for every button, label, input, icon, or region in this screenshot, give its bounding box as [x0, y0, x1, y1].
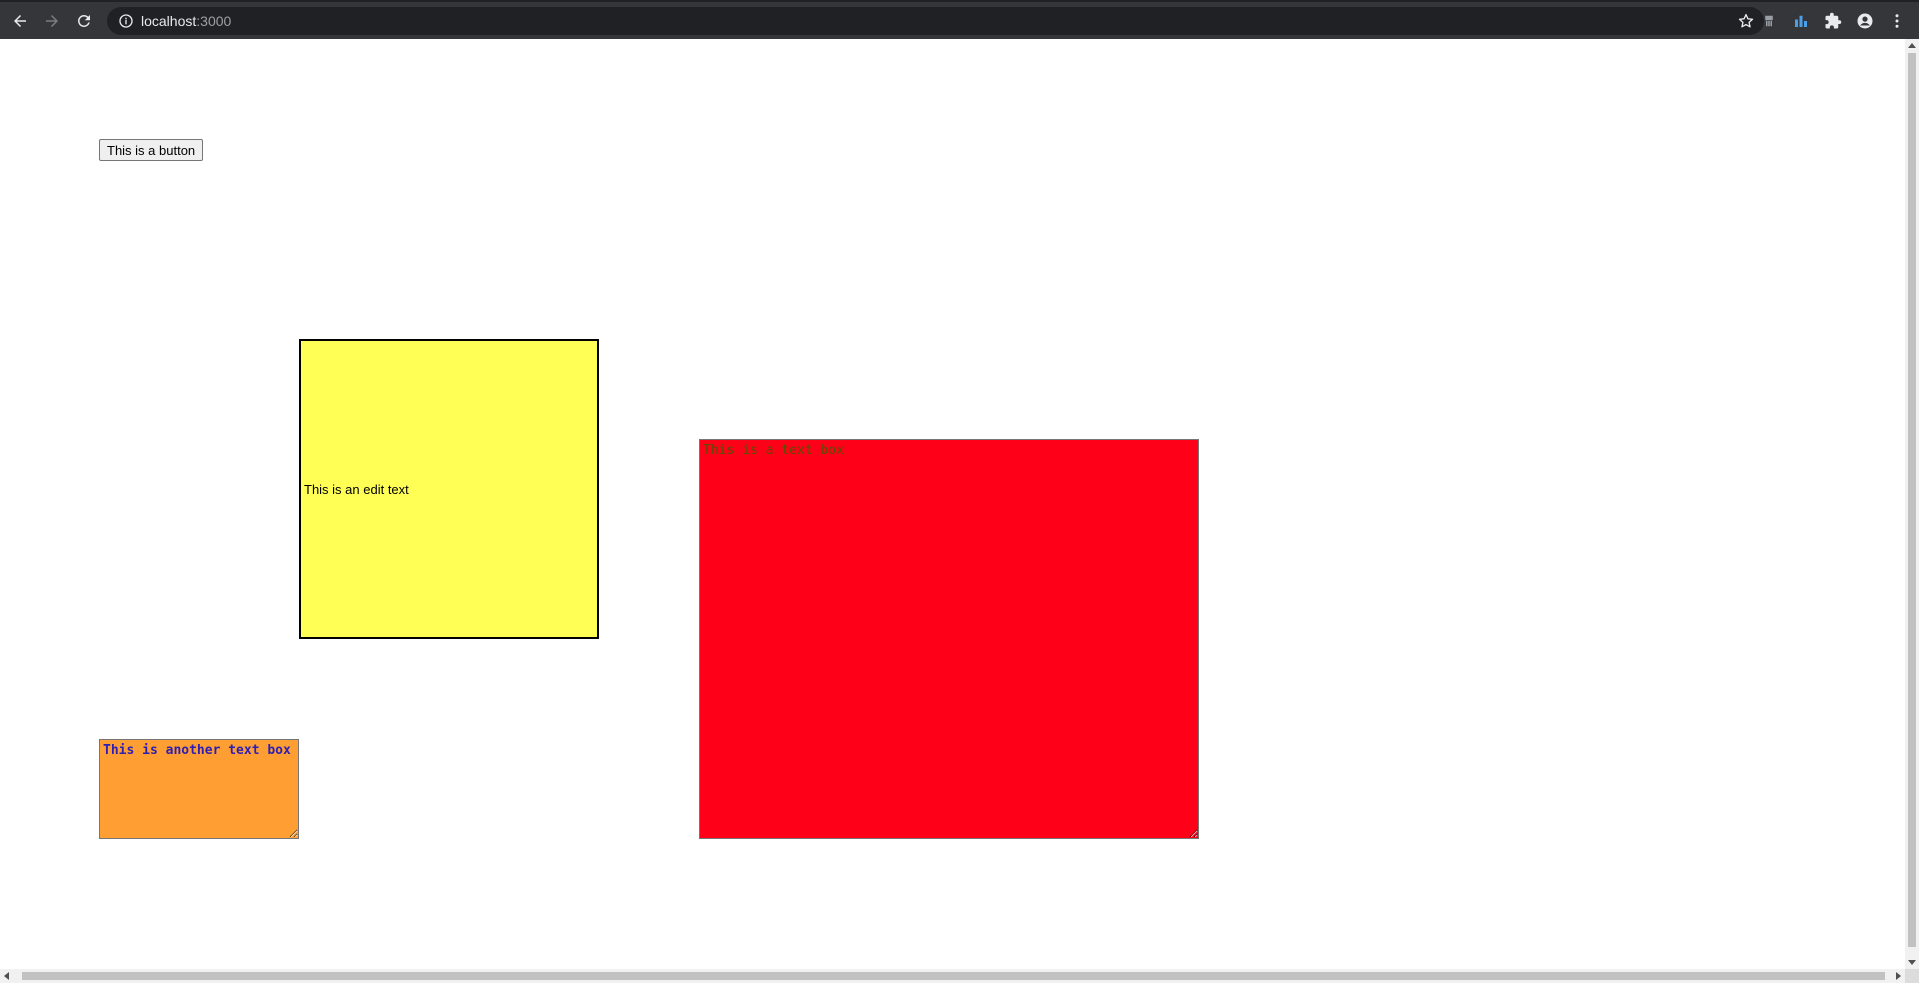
arrow-left-icon — [14, 15, 26, 27]
bar-chart-icon[interactable] — [1790, 10, 1812, 32]
profile-glyph — [1857, 13, 1873, 29]
address-bar[interactable]: localhost:3000 — [107, 7, 1764, 35]
horizontal-scroll-thumb[interactable] — [22, 972, 1885, 980]
horizontal-scrollbar[interactable] — [0, 969, 1905, 983]
bar-chart-glyph — [1795, 15, 1807, 27]
puzzle-glyph — [1825, 12, 1842, 29]
vertical-scroll-thumb[interactable] — [1908, 53, 1916, 947]
reload-icon — [77, 14, 90, 27]
forward-button[interactable] — [39, 8, 65, 34]
puzzle-icon[interactable] — [1822, 10, 1844, 32]
edit-text-label: This is an edit text — [304, 481, 409, 497]
url-port: :3000 — [196, 13, 232, 29]
url-text: localhost:3000 — [141, 12, 231, 30]
extension-icon[interactable] — [1758, 10, 1780, 32]
vertical-scrollbar[interactable] — [1905, 39, 1919, 969]
arrow-right-icon — [46, 15, 58, 27]
browser-toolbar: localhost:3000 — [0, 0, 1919, 39]
info-icon[interactable] — [118, 13, 134, 29]
text-box[interactable]: This is a text box — [699, 439, 1199, 839]
back-button[interactable] — [7, 8, 33, 34]
star-icon[interactable] — [1737, 12, 1755, 30]
scroll-up-icon[interactable] — [1908, 43, 1916, 48]
more-vertical-icon[interactable] — [1886, 10, 1908, 32]
page-viewport: This is a button This is an edit text Th… — [0, 39, 1905, 969]
scrollbar-corner — [1905, 969, 1919, 983]
extension-glyph — [1765, 15, 1773, 27]
url-host: localhost — [141, 13, 197, 29]
page-button[interactable]: This is a button — [99, 139, 204, 161]
reload-button[interactable] — [71, 8, 97, 34]
profile-icon[interactable] — [1854, 10, 1876, 32]
scroll-down-icon[interactable] — [1908, 960, 1916, 965]
edit-text-field[interactable]: This is an edit text — [299, 339, 599, 639]
another-text-box[interactable]: This is another text box — [99, 739, 299, 839]
scroll-left-icon[interactable] — [4, 972, 9, 980]
more-vertical-glyph — [1895, 14, 1899, 28]
scroll-right-icon[interactable] — [1896, 972, 1901, 980]
